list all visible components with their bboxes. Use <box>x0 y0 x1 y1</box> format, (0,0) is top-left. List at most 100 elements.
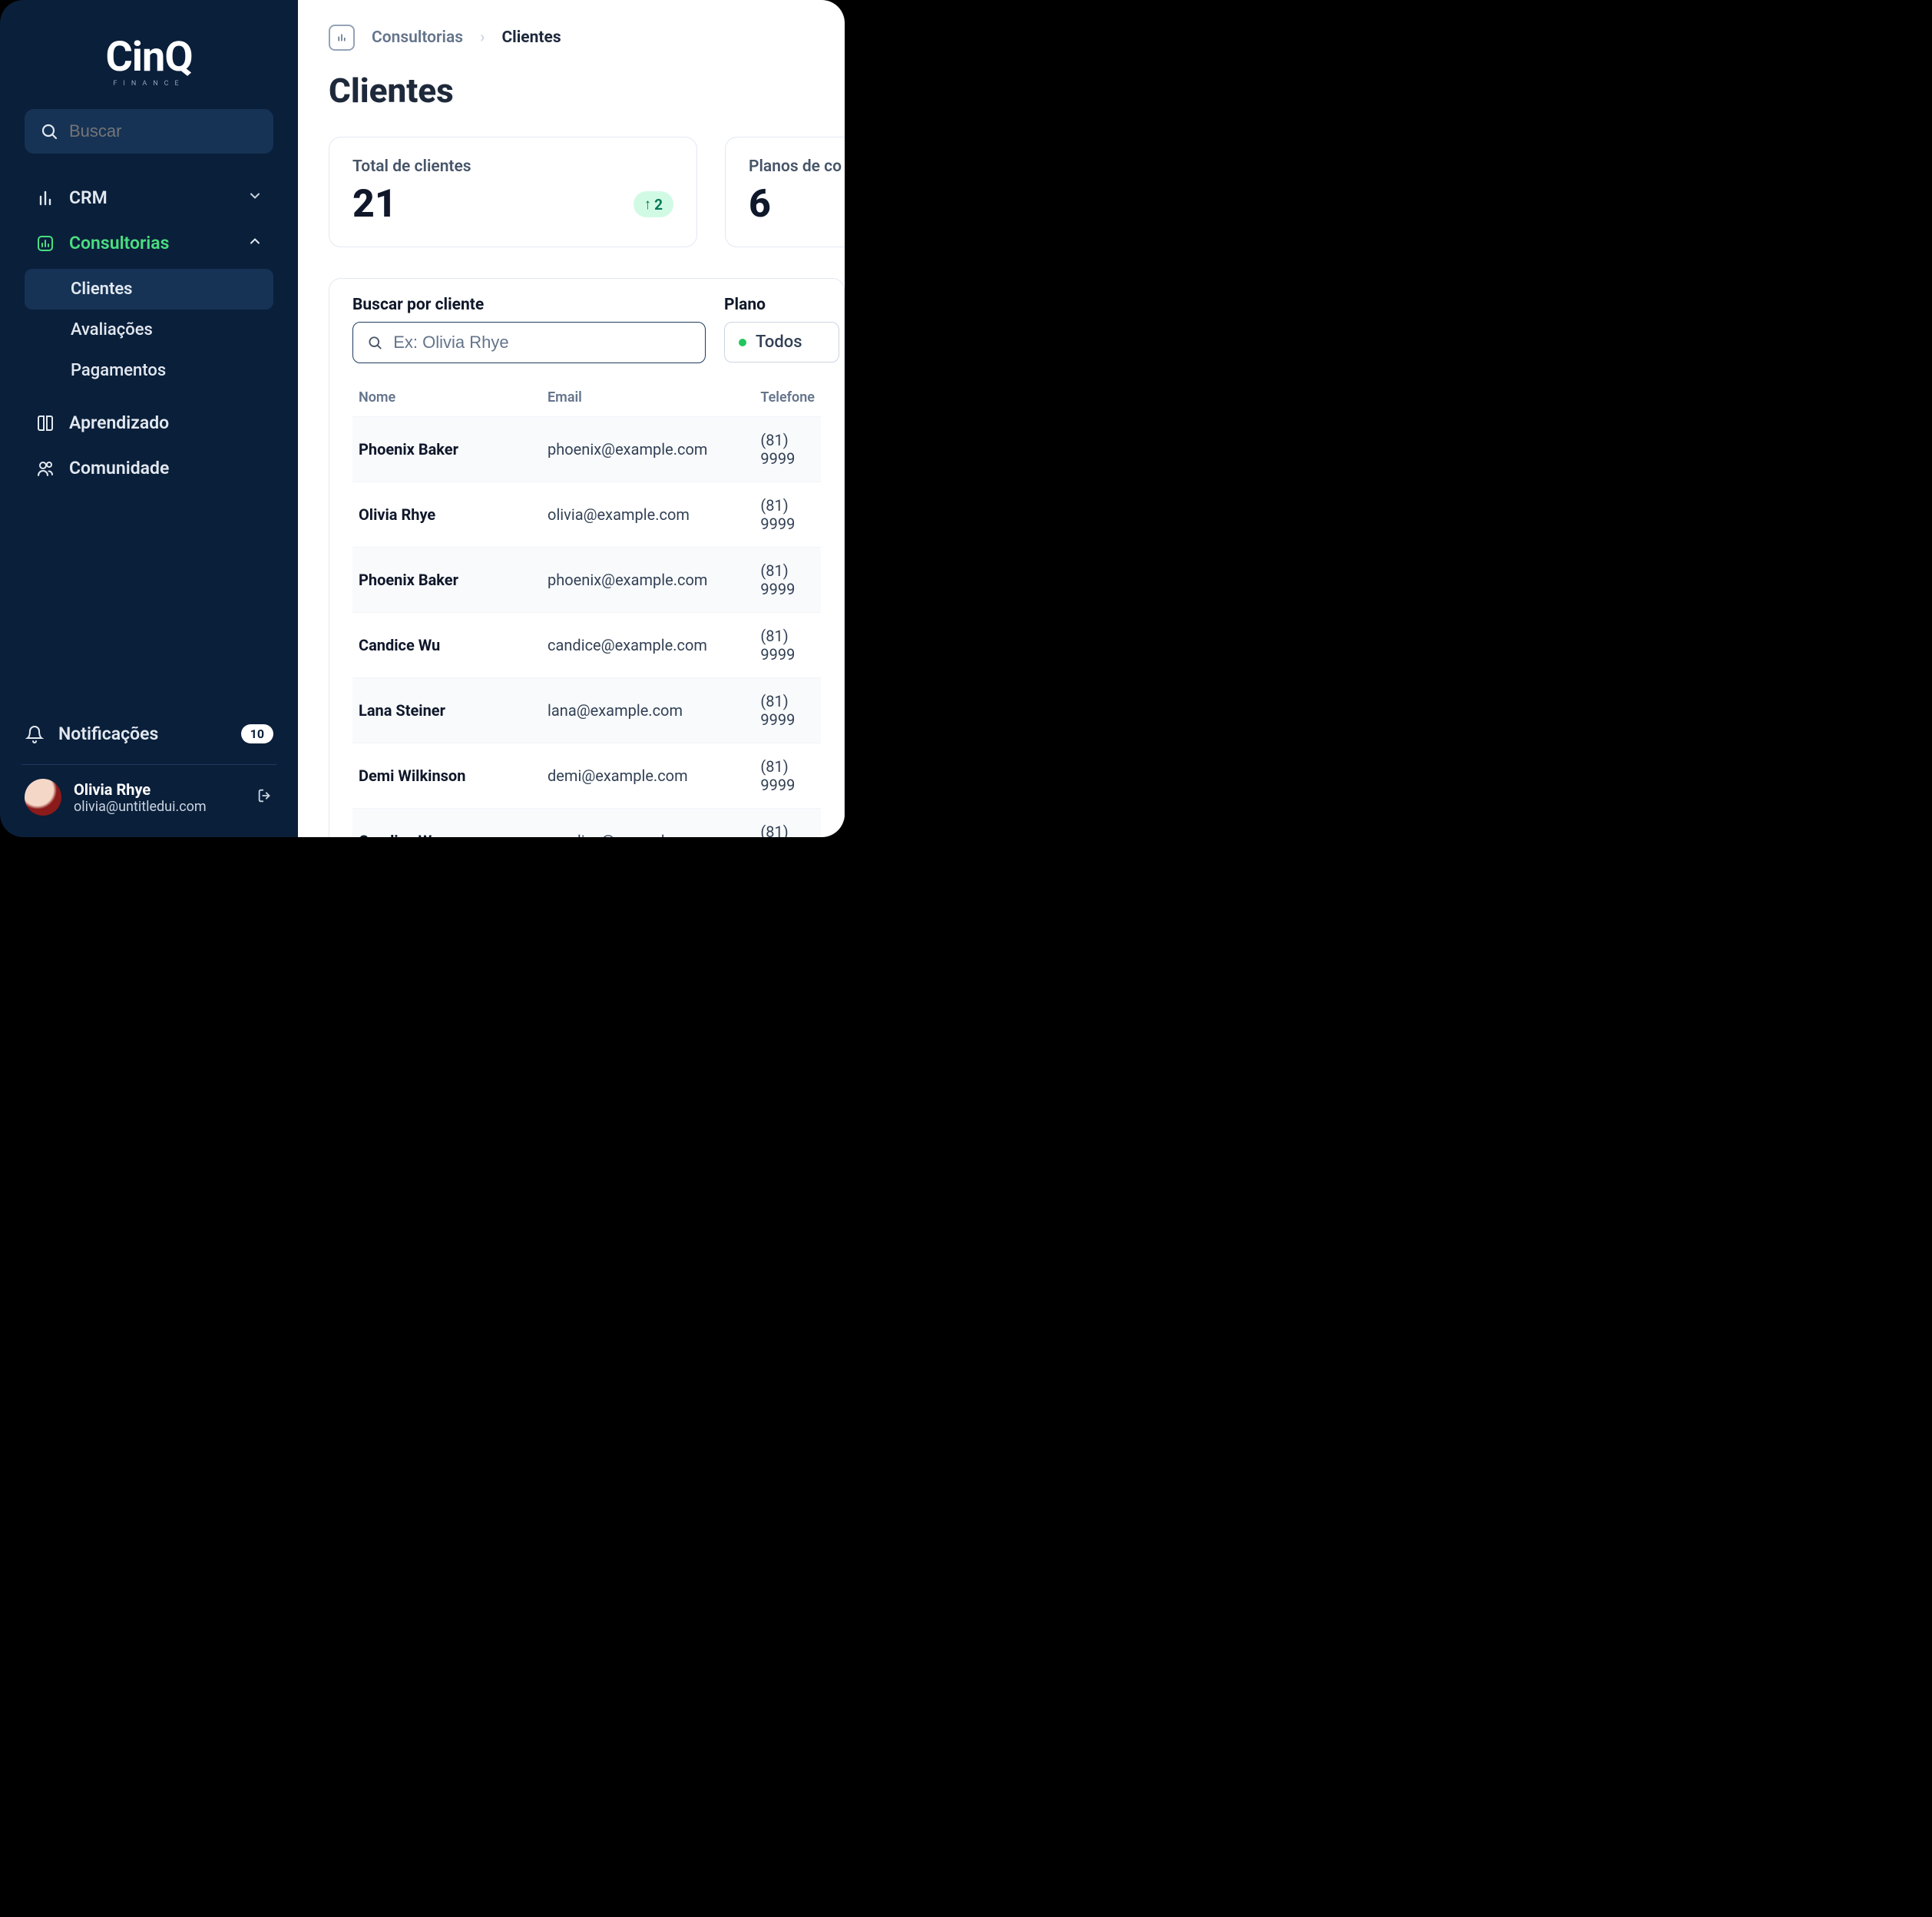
th-name[interactable]: Nome <box>352 379 541 417</box>
plan-select-value: Todos <box>756 333 802 352</box>
sidebar-item-comunidade[interactable]: Comunidade <box>25 447 273 489</box>
brand-logo: CinQ FINANCE <box>25 37 273 88</box>
profile-name: Olivia Rhye <box>74 780 207 799</box>
book-icon <box>35 414 55 432</box>
sidebar-bottom: Notificações 10 Olivia Rhye olivia@untit… <box>25 713 273 816</box>
divider <box>22 764 276 765</box>
cell-phone: (81) 9999 <box>754 678 821 743</box>
filter-row: Buscar por cliente Plano Todos <box>352 296 821 363</box>
breadcrumb: Consultorias › Clientes <box>329 25 845 51</box>
cell-name: Candice Wu <box>352 809 541 838</box>
card-value: 6 <box>749 182 771 227</box>
clients-panel: Buscar por cliente Plano Todos <box>329 278 845 837</box>
table-row[interactable]: Lana Steinerlana@example.com(81) 9999 <box>352 678 821 743</box>
cell-phone: (81) 9999 <box>754 743 821 809</box>
notifications-count-badge: 10 <box>241 724 273 743</box>
chart-icon <box>35 234 55 253</box>
sidebar-submenu-consultorias: Clientes Avaliações Pagamentos <box>25 269 273 391</box>
cell-name: Demi Wilkinson <box>352 743 541 809</box>
cell-email: candice@example.com <box>541 809 754 838</box>
profile-row[interactable]: Olivia Rhye olivia@untitledui.com <box>25 779 273 816</box>
cell-name: Lana Steiner <box>352 678 541 743</box>
filter-plan-col: Plano Todos <box>724 296 839 363</box>
sidebar-item-consultorias[interactable]: Consultorias <box>25 222 273 264</box>
chevron-right-icon: › <box>480 28 485 47</box>
logout-icon[interactable] <box>256 787 273 807</box>
avatar <box>25 779 61 816</box>
notifications-button[interactable]: Notificações 10 <box>25 713 273 755</box>
card-plans: Planos de co 6 <box>725 137 845 247</box>
cell-name: Candice Wu <box>352 613 541 678</box>
sidebar-item-label: Aprendizado <box>69 412 169 433</box>
chevron-up-icon <box>247 233 263 253</box>
card-label: Planos de co <box>749 157 845 176</box>
th-phone[interactable]: Telefone <box>754 379 821 417</box>
breadcrumb-root[interactable]: Consultorias <box>372 28 463 47</box>
client-search[interactable] <box>352 322 706 363</box>
sidebar: CinQ FINANCE CRM <box>0 0 298 837</box>
trend-badge: ↑ 2 <box>634 191 673 217</box>
sidebar-search-input[interactable] <box>69 121 258 141</box>
cell-email: lana@example.com <box>541 678 754 743</box>
client-search-input[interactable] <box>393 333 691 353</box>
cell-email: phoenix@example.com <box>541 417 754 482</box>
cell-phone: (81) 9999 <box>754 548 821 613</box>
cell-name: Phoenix Baker <box>352 548 541 613</box>
cell-email: olivia@example.com <box>541 482 754 548</box>
sidebar-subitem-avaliacoes[interactable]: Avaliações <box>25 310 273 350</box>
cell-email: candice@example.com <box>541 613 754 678</box>
breadcrumb-current: Clientes <box>501 28 561 47</box>
profile-info: Olivia Rhye olivia@untitledui.com <box>74 780 207 815</box>
sidebar-item-label: Comunidade <box>69 458 169 478</box>
cell-phone: (81) 9999 <box>754 613 821 678</box>
main-content: Consultorias › Clientes Clientes Total d… <box>298 0 845 837</box>
cell-email: phoenix@example.com <box>541 548 754 613</box>
table-row[interactable]: Candice Wucandice@example.com(81) 9999 <box>352 809 821 838</box>
chevron-down-icon <box>247 187 263 208</box>
bell-icon <box>25 725 45 743</box>
table-header-row: Nome Email Telefone <box>352 379 821 417</box>
cell-phone: (81) 9999 <box>754 482 821 548</box>
card-total-clients: Total de clientes 21 ↑ 2 <box>329 137 697 247</box>
cell-name: Olivia Rhye <box>352 482 541 548</box>
users-icon <box>35 459 55 478</box>
filter-search-col: Buscar por cliente <box>352 296 706 363</box>
sidebar-subitem-pagamentos[interactable]: Pagamentos <box>25 350 273 391</box>
arrow-up-icon: ↑ <box>644 195 652 214</box>
table-row[interactable]: Candice Wucandice@example.com(81) 9999 <box>352 613 821 678</box>
cell-phone: (81) 9999 <box>754 417 821 482</box>
sidebar-item-label: Consultorias <box>69 233 169 253</box>
bars-icon <box>35 189 55 207</box>
stats-cards-row: Total de clientes 21 ↑ 2 Planos de co 6 <box>329 137 845 247</box>
trend-value: 2 <box>654 196 663 214</box>
sidebar-item-label: CRM <box>69 187 108 208</box>
status-dot-icon <box>739 339 746 346</box>
search-icon <box>40 122 58 141</box>
sidebar-subitem-clientes[interactable]: Clientes <box>25 269 273 310</box>
breadcrumb-home-icon[interactable] <box>329 25 355 51</box>
sidebar-search[interactable] <box>25 109 273 154</box>
sidebar-nav: CRM Consultorias Clientes Avaliações Pag… <box>25 177 273 713</box>
plan-select[interactable]: Todos <box>724 322 839 363</box>
clients-table: Nome Email Telefone Phoenix Bakerphoenix… <box>352 379 821 837</box>
profile-email: olivia@untitledui.com <box>74 799 207 815</box>
table-row[interactable]: Phoenix Bakerphoenix@example.com(81) 999… <box>352 417 821 482</box>
filter-search-label: Buscar por cliente <box>352 296 706 314</box>
table-row[interactable]: Demi Wilkinsondemi@example.com(81) 9999 <box>352 743 821 809</box>
sidebar-item-crm[interactable]: CRM <box>25 177 273 219</box>
table-row[interactable]: Olivia Rhyeolivia@example.com(81) 9999 <box>352 482 821 548</box>
table-row[interactable]: Phoenix Bakerphoenix@example.com(81) 999… <box>352 548 821 613</box>
card-label: Total de clientes <box>352 157 673 176</box>
cell-phone: (81) 9999 <box>754 809 821 838</box>
filter-plan-label: Plano <box>724 296 839 314</box>
page-title: Clientes <box>329 71 845 111</box>
brand-subtitle: FINANCE <box>113 80 184 88</box>
card-value: 21 <box>352 182 397 227</box>
th-email[interactable]: Email <box>541 379 754 417</box>
notifications-label: Notificações <box>58 723 158 744</box>
cell-email: demi@example.com <box>541 743 754 809</box>
sidebar-item-aprendizado[interactable]: Aprendizado <box>25 402 273 444</box>
brand-name: CinQ <box>105 37 192 78</box>
app-window: CinQ FINANCE CRM <box>0 0 845 837</box>
cell-name: Phoenix Baker <box>352 417 541 482</box>
